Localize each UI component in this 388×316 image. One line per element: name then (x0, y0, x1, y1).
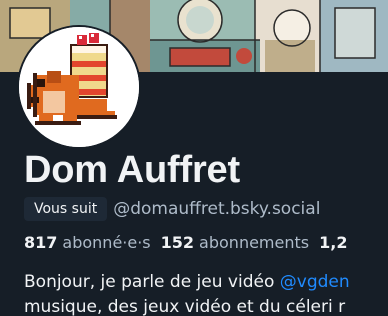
profile-stats: 817 abonné·e·s 152 abonnements 1,2 (24, 231, 362, 253)
bio-line-1: Bonjour, je parle de jeu vidéo @vgden (24, 270, 388, 295)
following-link[interactable]: 152 abonnements (161, 233, 309, 252)
display-name: Dom Auffret (24, 149, 240, 191)
followers-link[interactable]: 817 abonné·e·s (24, 233, 151, 252)
avatar[interactable] (17, 25, 141, 149)
handle-row: Vous suit @domauffret.bsky.social (24, 196, 320, 222)
followers-count: 817 (24, 232, 58, 252)
bio-mention-link[interactable]: @vgden (280, 272, 350, 292)
follows-you-badge: Vous suit (24, 197, 108, 221)
bio-text-1: Bonjour, je parle de jeu vidéo (24, 272, 280, 292)
profile-bio: Bonjour, je parle de jeu vidéo @vgden mu… (24, 270, 388, 316)
posts-stat: 1,2 (319, 233, 352, 252)
pixel-dog-cake-icon (19, 27, 139, 147)
followers-label: abonné·e·s (62, 232, 151, 252)
following-label: abonnements (199, 232, 310, 252)
profile-page: Dom Auffret Vous suit @domauffret.bsky.s… (0, 0, 388, 316)
bio-line-2: musique, des jeux vidéo et du céleri r (24, 297, 346, 316)
following-count: 152 (160, 232, 195, 252)
avatar-image (19, 27, 139, 147)
posts-count: 1,2 (319, 232, 348, 252)
profile-handle: @domauffret.bsky.social (113, 199, 321, 219)
